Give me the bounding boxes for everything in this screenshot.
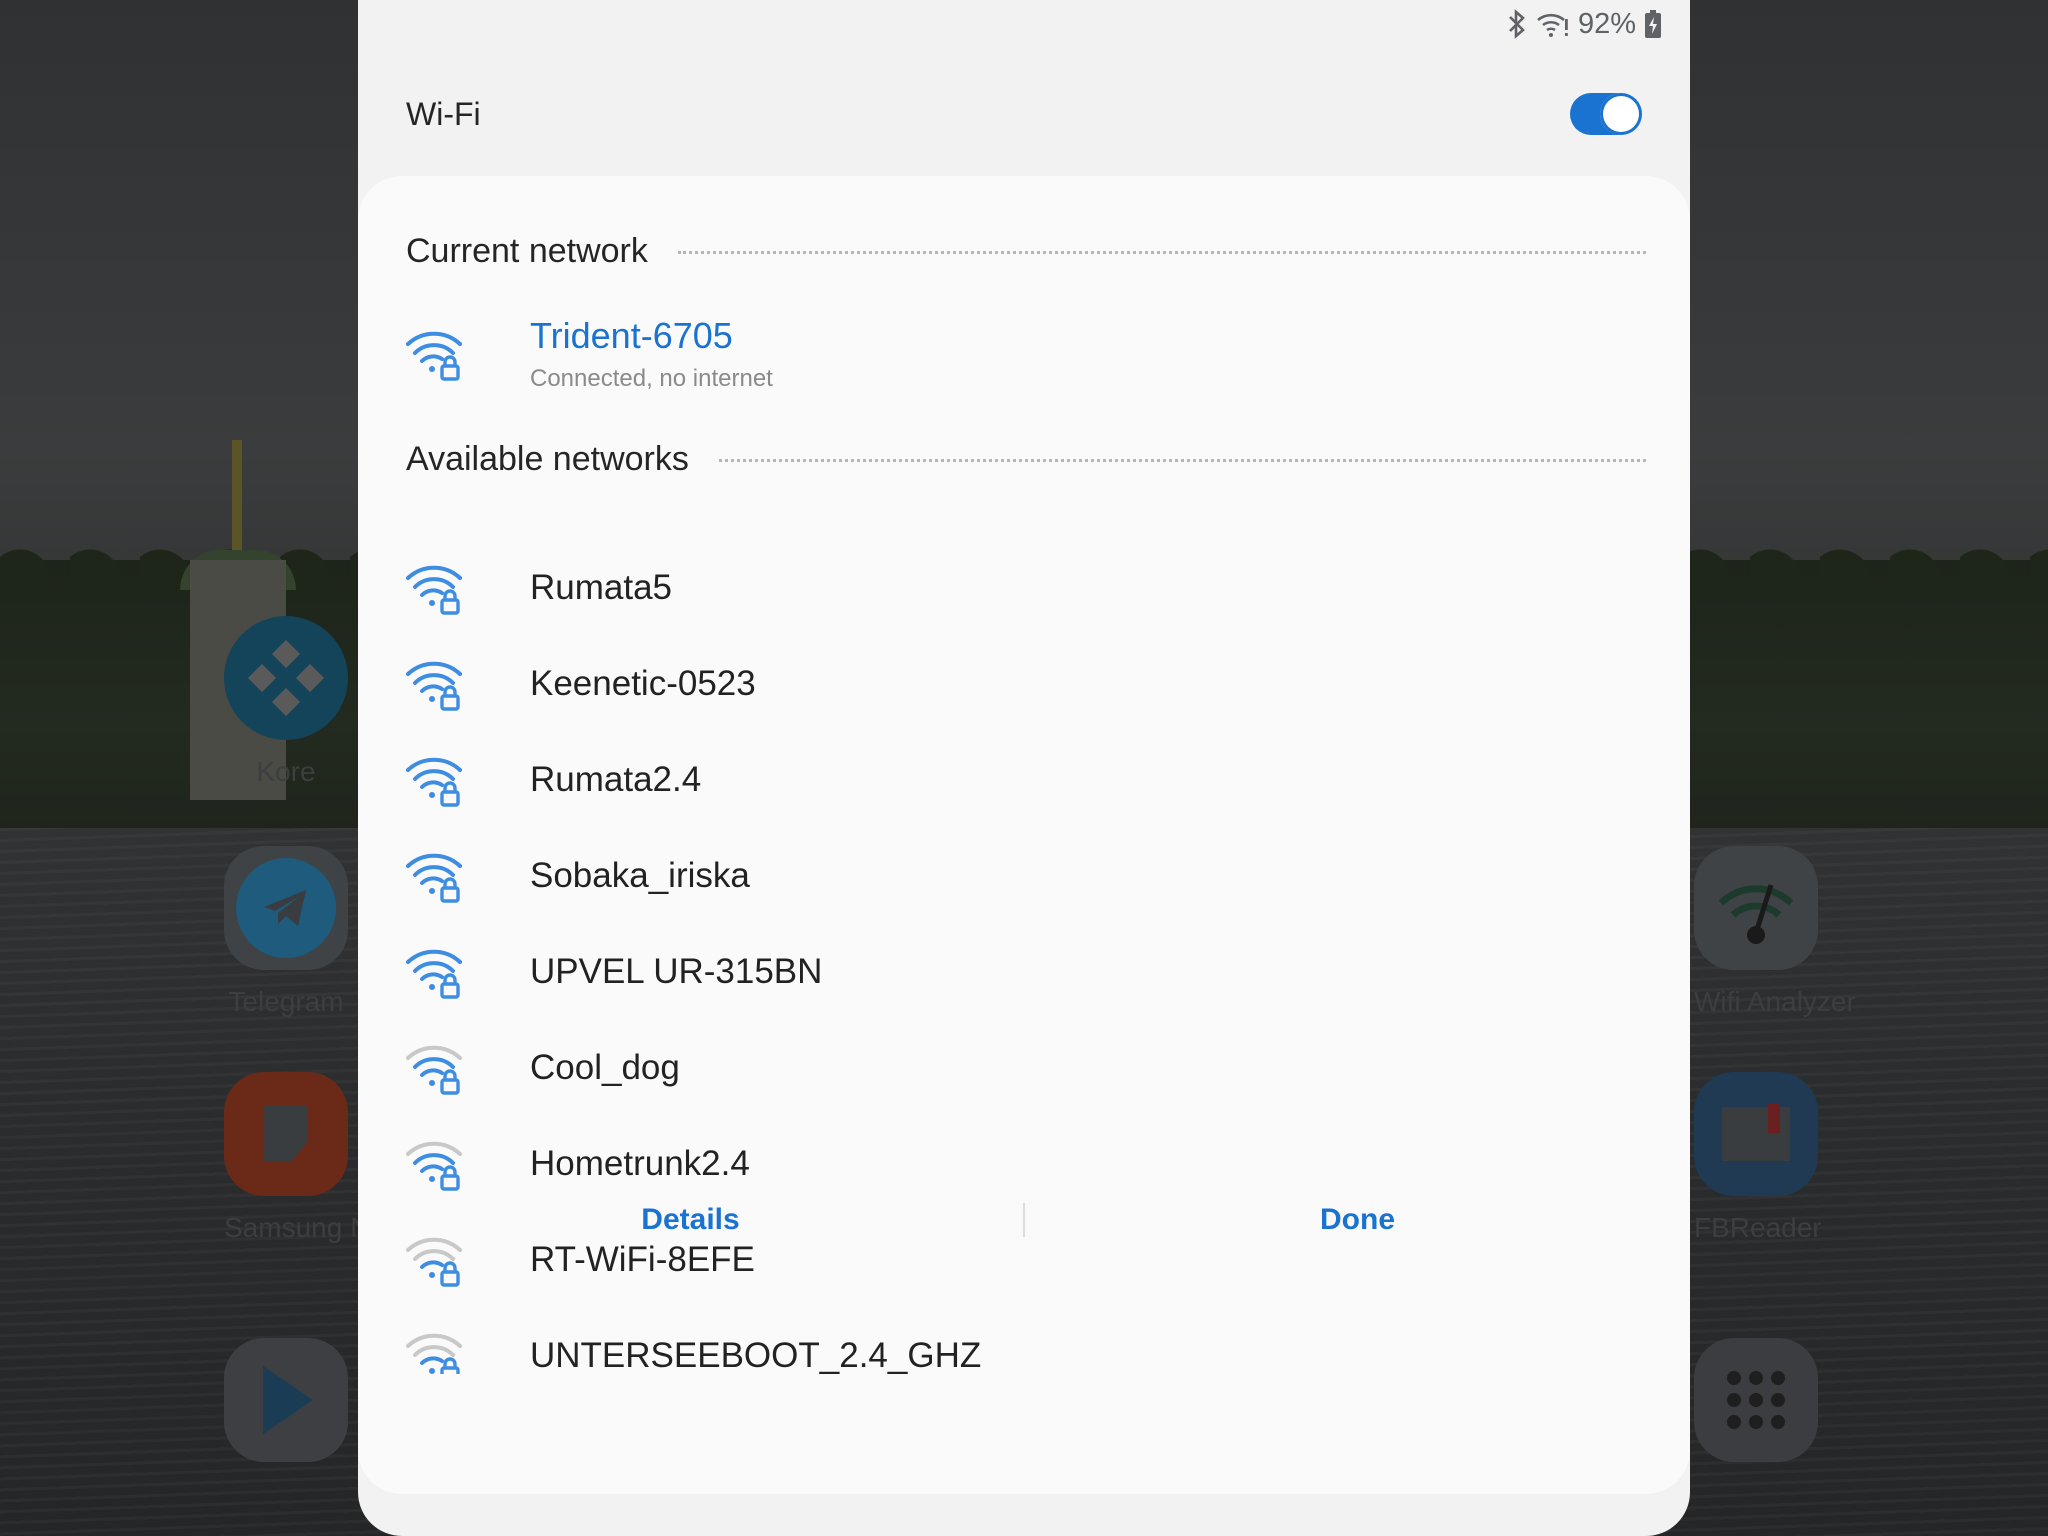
network-item[interactable]: UNTERSEEBOOT_2.4_GHZ (406, 1308, 1642, 1374)
network-item[interactable]: Sobaka_iriska (406, 828, 1642, 924)
network-item[interactable]: Keenetic-0523 (406, 636, 1642, 732)
app-label-wifi-analyzer: Wifi Analyzer (1694, 986, 1856, 1017)
app-label-fbreader: FBReader (1694, 1212, 1822, 1243)
battery-percent: 92% (1577, 7, 1636, 40)
current-network-item[interactable]: Trident-6705 Connected, no internet (406, 306, 1642, 402)
done-button[interactable]: Done (1025, 1203, 1690, 1237)
network-item[interactable]: Rumata2.4 (406, 732, 1642, 828)
available-networks-header: Available networks (406, 440, 1646, 479)
wifi-signal-lock-icon (406, 848, 462, 904)
wifi-signal-lock-icon (406, 560, 462, 616)
wifi-warning-icon (1536, 10, 1570, 38)
network-name: Rumata2.4 (530, 760, 702, 799)
section-divider (677, 251, 1646, 254)
network-name: UPVEL UR-315BN (530, 952, 823, 991)
samsung-notes-icon (224, 1072, 348, 1196)
wifi-signal-lock-icon (406, 1328, 462, 1374)
app-samsung-notes[interactable]: Samsung Not (224, 1072, 394, 1244)
app-drawer-button[interactable] (1694, 1338, 1818, 1462)
current-network-title: Current network (406, 232, 648, 270)
available-networks-title: Available networks (406, 440, 689, 478)
network-item[interactable]: Cool_dog (406, 1020, 1642, 1116)
details-button[interactable]: Details (358, 1203, 1023, 1237)
wifi-signal-lock-icon (406, 944, 462, 1000)
current-network-status: Connected, no internet (530, 365, 773, 392)
wifi-signal-lock-icon (406, 1040, 462, 1096)
network-name: Rumata5 (530, 568, 673, 607)
toggle-knob (1600, 93, 1642, 135)
current-network-header: Current network (406, 232, 1646, 271)
battery-charging-icon (1644, 9, 1662, 39)
app-kore[interactable]: Kore (224, 616, 348, 788)
app-fbreader[interactable]: FBReader (1694, 1072, 1822, 1244)
wifi-signal-lock-icon (406, 326, 462, 382)
network-name: Sobaka_iriska (530, 856, 750, 895)
bluetooth-icon (1506, 9, 1528, 39)
telegram-icon (224, 846, 348, 970)
app-label-telegram: Telegram (228, 986, 344, 1017)
fbreader-icon (1694, 1072, 1818, 1196)
current-network-name: Trident-6705 (530, 315, 733, 356)
app-wifi-analyzer[interactable]: Wifi Analyzer (1694, 846, 1856, 1018)
app-play-movies[interactable] (224, 1338, 348, 1462)
wifi-signal-lock-icon (406, 752, 462, 808)
app-label-kore: Kore (256, 756, 316, 787)
section-divider (718, 459, 1646, 462)
wifi-quick-panel: 92% Wi-Fi Current network Trident-6705 C… (358, 0, 1690, 1536)
app-label-samsung-notes: Samsung Not (224, 1212, 394, 1243)
network-item[interactable]: UPVEL UR-315BN (406, 924, 1642, 1020)
network-name: UNTERSEEBOOT_2.4_GHZ (530, 1336, 982, 1374)
wifi-signal-lock-icon (406, 656, 462, 712)
wifi-analyzer-icon (1694, 846, 1818, 970)
network-item[interactable]: Rumata5 (406, 540, 1642, 636)
network-name: Keenetic-0523 (530, 664, 756, 703)
status-bar: 92% (1506, 6, 1662, 42)
network-list-card: Current network Trident-6705 Connected, … (358, 176, 1690, 1494)
dialog-footer: Details Done (358, 1176, 1690, 1264)
wifi-title: Wi-Fi (406, 95, 481, 132)
app-telegram[interactable]: Telegram (224, 846, 348, 1018)
app-drawer-icon (1694, 1338, 1818, 1462)
play-movies-icon (224, 1338, 348, 1462)
network-name: Cool_dog (530, 1048, 680, 1087)
wifi-toggle-switch[interactable] (1570, 93, 1642, 135)
kore-icon (224, 616, 348, 740)
wifi-toggle-row[interactable]: Wi-Fi (406, 84, 1642, 144)
